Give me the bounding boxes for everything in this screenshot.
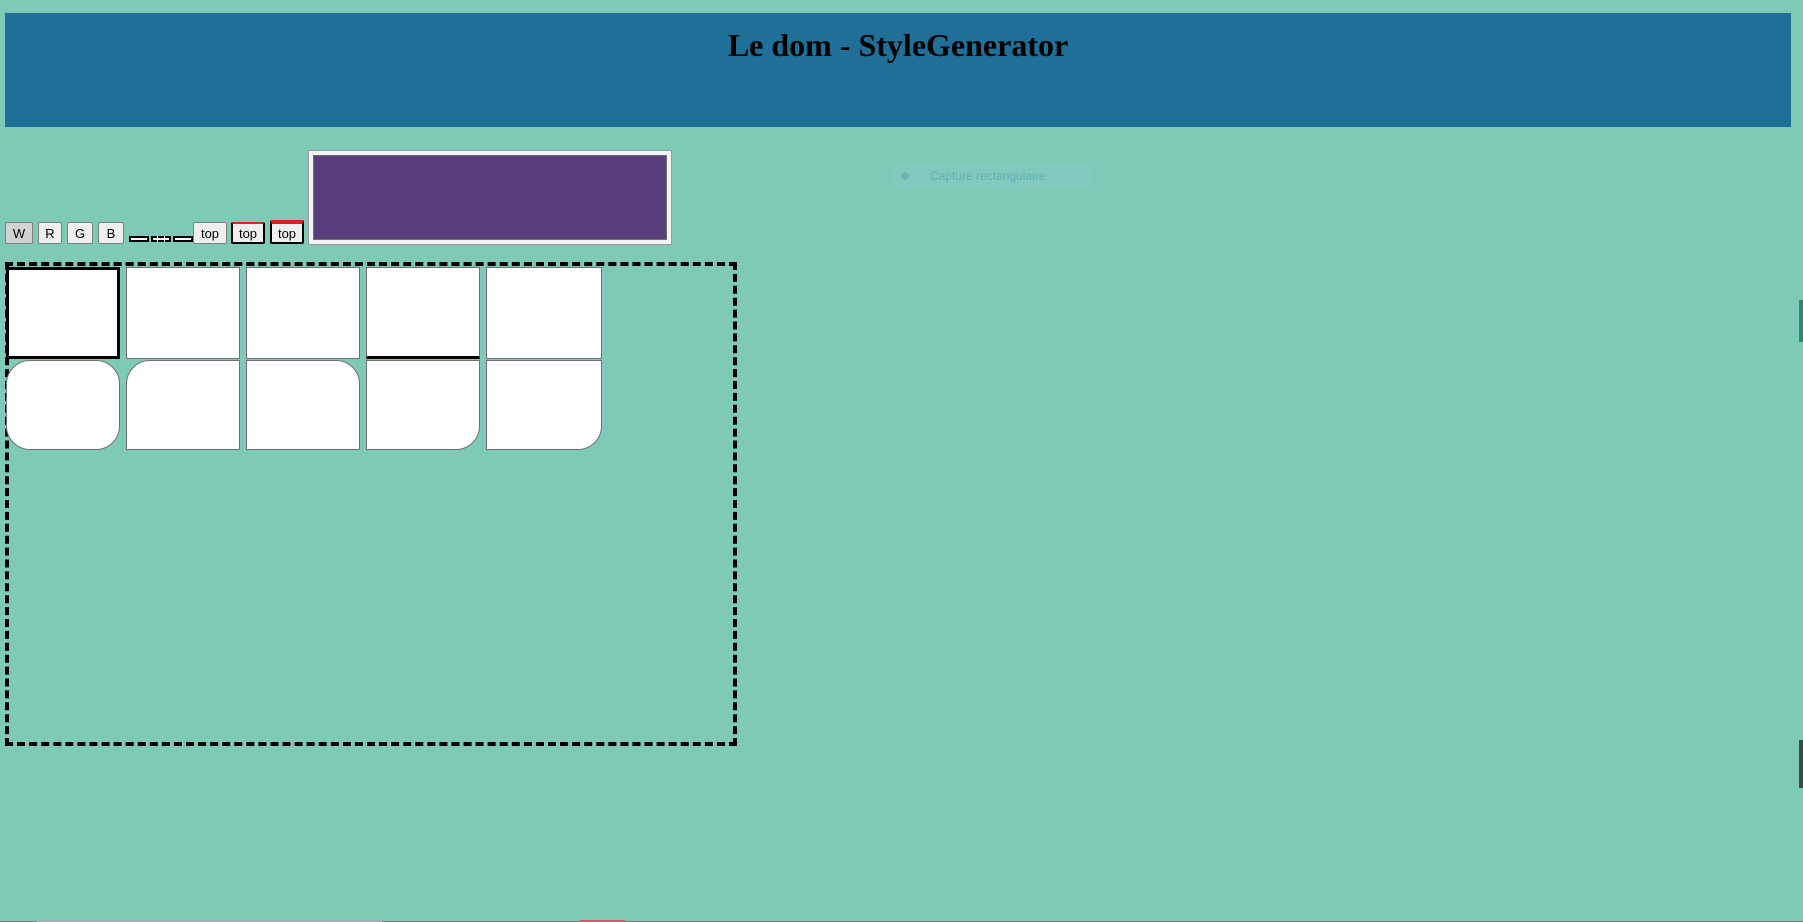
color-button-r[interactable]: R	[38, 222, 62, 244]
style-box-9[interactable]	[366, 360, 480, 450]
border-style-thick[interactable]	[173, 236, 193, 242]
color-preview	[308, 150, 672, 245]
capture-label: Capture rectangulaire	[930, 169, 1046, 183]
style-box-7[interactable]	[126, 360, 240, 450]
top-border-button-2[interactable]: top	[231, 222, 265, 244]
page-title: Le dom - StyleGenerator	[727, 27, 1069, 63]
border-style-dashed[interactable]	[151, 236, 171, 242]
style-box-10[interactable]	[486, 360, 602, 450]
style-box-4[interactable]	[366, 267, 480, 359]
capture-icon	[901, 172, 909, 180]
preview-swatch	[313, 155, 667, 240]
top-border-button-1[interactable]: top	[193, 222, 227, 244]
style-box-6[interactable]	[6, 360, 120, 450]
capture-tooltip: Capture rectangulaire	[893, 164, 1091, 188]
scrollbar-thumb[interactable]	[1799, 740, 1803, 788]
style-box-8[interactable]	[246, 360, 360, 450]
style-box-1[interactable]	[6, 267, 120, 359]
top-border-button-3[interactable]: top	[270, 220, 304, 244]
border-style-solid[interactable]	[129, 236, 149, 242]
color-button-b[interactable]: B	[98, 222, 124, 244]
color-button-g[interactable]: G	[67, 222, 93, 244]
scroll-indicator	[1799, 300, 1803, 342]
style-box-5[interactable]	[486, 267, 602, 359]
style-box-3[interactable]	[246, 267, 360, 359]
style-box-2[interactable]	[126, 267, 240, 359]
color-button-w[interactable]: W	[5, 222, 33, 244]
header-banner: Le dom - StyleGenerator	[5, 13, 1791, 127]
page: Le dom - StyleGenerator Capture rectangu…	[0, 0, 1803, 922]
